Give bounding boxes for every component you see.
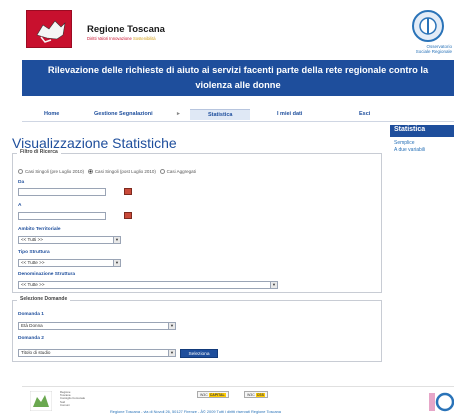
radio-pre-luglio[interactable] xyxy=(18,169,23,174)
sidebar-heading: Statistica xyxy=(390,125,454,137)
radio-post-luglio[interactable] xyxy=(87,169,93,174)
footer-logo-text: Regione Toscana Consiglio Comunale Sud C… xyxy=(60,390,85,407)
sidebar-link-semplice[interactable]: Semplice xyxy=(390,137,454,146)
statistica-sidebar: Statistica Semplice A due variabili xyxy=(390,125,454,153)
nav-esci[interactable]: Esci xyxy=(359,111,370,117)
banner-line-2: violenza alle donne xyxy=(195,80,281,90)
footer-logo-line-5: Comuni xyxy=(60,402,70,407)
regione-toscana-logo[interactable] xyxy=(26,10,72,48)
badge-1-prefix: W3C xyxy=(200,393,208,397)
footer-copyright: Regione Toscana - via di Novoli 26, 5012… xyxy=(110,409,281,414)
org-name: Regione Toscana xyxy=(87,24,165,35)
badge-1-label: CAPITAL xyxy=(208,393,226,397)
banner-line-1: Rilevazione delle richieste di aiuto ai … xyxy=(47,65,429,75)
ambito-label: Ambito Territoriale xyxy=(18,227,61,232)
sidebar-link-due-variabili[interactable]: A due variabili xyxy=(390,146,454,153)
selezione-legend: Selezione Domande xyxy=(17,296,71,302)
domanda-2-select[interactable]: Titolo di studio ▼ xyxy=(18,349,176,357)
seleziona-button[interactable]: Seleziona xyxy=(180,349,218,358)
badge-2-label: CSS xyxy=(255,393,265,397)
radio-post-luglio-label: Casi Singoli (post Luglio 2010) xyxy=(94,169,156,174)
regione-footer-logo-icon xyxy=(30,391,52,411)
nav-gestione-arrow-icon: ▸ xyxy=(177,111,180,117)
org-tagline-a: Diritti Valori Innovazione xyxy=(87,36,132,41)
osservatorio-logo-icon[interactable] xyxy=(408,8,448,48)
radio-pre-luglio-label: Casi Singoli (pre Luglio 2010) xyxy=(25,169,85,174)
domanda-1-select[interactable]: Età Donna ▼ xyxy=(18,322,176,330)
osservatorio-label: Osservatorio Sociale Regionale xyxy=(416,44,452,54)
site-footer: Regione Toscana Consiglio Comunale Sud C… xyxy=(22,386,454,414)
domanda-1-label: Domanda 1 xyxy=(18,312,44,317)
da-label: Da xyxy=(18,180,25,185)
denominazione-label: Denominazione Struttura xyxy=(18,272,76,277)
page-frame: Regione Toscana Diritti Valori Innovazio… xyxy=(22,6,454,122)
tipo-struttura-select-value: << Tutte >> xyxy=(21,260,45,265)
w3c-capital-badge[interactable]: W3C CAPITAL xyxy=(197,391,229,398)
denominazione-select-value: << Tutte >> xyxy=(21,282,45,287)
ambito-select-value: << Tutti >> xyxy=(21,237,43,242)
chevron-down-icon: ▼ xyxy=(168,350,175,356)
org-tagline: Diritti Valori Innovazione Sostenibilità xyxy=(87,36,156,41)
a-date-input[interactable] xyxy=(18,212,106,220)
radio-aggregati-label: Casi Aggregati xyxy=(166,169,196,174)
filtro-legend: Filtro di Ricerca xyxy=(17,149,61,155)
domanda-1-select-value: Età Donna xyxy=(21,323,43,328)
tipo-struttura-label: Tipo Struttura xyxy=(18,250,50,255)
radio-aggregati[interactable] xyxy=(159,169,165,174)
chevron-down-icon: ▼ xyxy=(113,237,120,243)
a-calendar-icon[interactable] xyxy=(124,212,132,219)
site-header: Regione Toscana Diritti Valori Innovazio… xyxy=(22,6,454,60)
org-tagline-b: Sostenibilità xyxy=(133,36,156,41)
a-label: A xyxy=(18,203,22,208)
nav-gestione-segnalazioni[interactable]: Gestione Segnalazioni xyxy=(94,111,153,117)
domanda-2-select-value: Titolo di studio xyxy=(21,350,51,355)
pari-opportunita-logo-icon[interactable] xyxy=(428,391,454,413)
osservatorio-line-2: Sociale Regionale xyxy=(415,49,452,54)
denominazione-select[interactable]: << Tutte >> ▼ xyxy=(18,281,278,289)
chevron-down-icon: ▼ xyxy=(113,260,120,266)
chevron-down-icon: ▼ xyxy=(270,282,277,288)
w3c-css-badge[interactable]: W3C CSS xyxy=(244,391,268,398)
badge-2-prefix: W3C xyxy=(247,393,255,397)
da-date-input[interactable] xyxy=(18,188,106,196)
chevron-down-icon: ▼ xyxy=(168,323,175,329)
case-type-radios: Casi Singoli (pre Luglio 2010) Casi Sing… xyxy=(18,169,196,174)
nav-home[interactable]: Home xyxy=(44,111,59,117)
nav-miei-dati[interactable]: I miei dati xyxy=(277,111,302,117)
page-banner: Rilevazione delle richieste di aiuto ai … xyxy=(22,60,454,96)
tipo-struttura-select[interactable]: << Tutte >> ▼ xyxy=(18,259,121,267)
nav-statistica[interactable]: Statistica xyxy=(190,109,251,120)
domanda-2-label: Domanda 2 xyxy=(18,336,44,341)
main-nav: Home Gestione Segnalazioni ▸ Statistica … xyxy=(22,96,454,122)
ambito-select[interactable]: << Tutti >> ▼ xyxy=(18,236,121,244)
da-calendar-icon[interactable] xyxy=(124,188,132,195)
